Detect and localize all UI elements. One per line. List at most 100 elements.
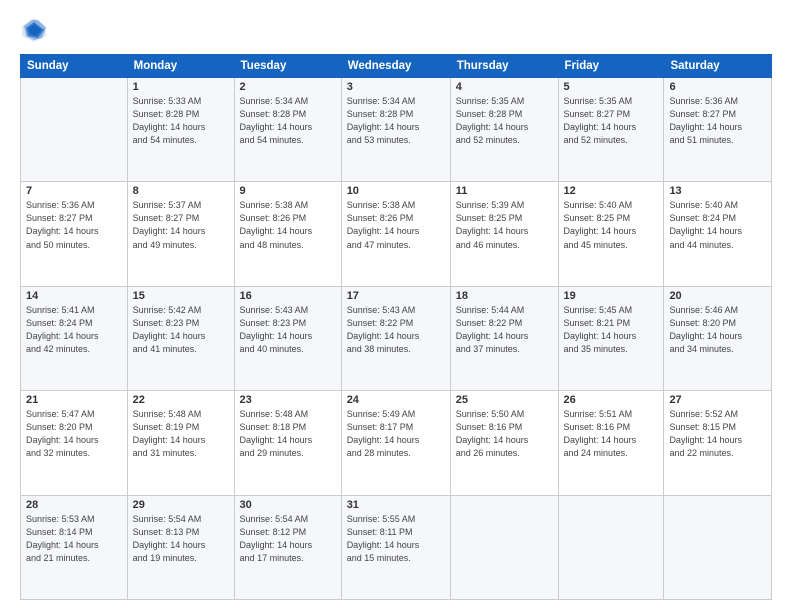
calendar-cell: 10Sunrise: 5:38 AM Sunset: 8:26 PM Dayli… xyxy=(341,182,450,286)
day-number: 14 xyxy=(26,290,122,302)
calendar-cell: 6 Sunrise: 5:36 AM Sunset: 8:27 PM Daylig… xyxy=(664,78,772,182)
day-number: 11 xyxy=(456,185,553,197)
weekday-header-saturday: Saturday xyxy=(664,55,772,78)
weekday-header-tuesday: Tuesday xyxy=(234,55,341,78)
day-info: Sunrise: 5:41 AM Sunset: 8:24 PM Dayligh… xyxy=(26,304,122,356)
day-number: 15 xyxy=(133,290,229,302)
day-info: Sunrise: 5:35 AM Sunset: 8:27 PM Dayligh… xyxy=(564,95,659,147)
calendar-week-row: 7Sunrise: 5:36 AM Sunset: 8:27 PM Daylig… xyxy=(21,182,772,286)
calendar-table: SundayMondayTuesdayWednesdayThursdayFrid… xyxy=(20,54,772,600)
calendar-week-row: 14 Sunrise: 5:41 AM Sunset: 8:24 PM Dayli… xyxy=(21,286,772,390)
day-number: 18 xyxy=(456,290,553,302)
calendar-cell: 8 Sunrise: 5:37 AM Sunset: 8:27 PM Daylig… xyxy=(127,182,234,286)
day-number: 28 xyxy=(26,499,122,511)
calendar-cell: 28Sunrise: 5:53 AM Sunset: 8:14 PM Dayli… xyxy=(21,495,128,599)
day-info: Sunrise: 5:38 AM Sunset: 8:26 PM Dayligh… xyxy=(347,199,445,251)
day-info: Sunrise: 5:45 AM Sunset: 8:21 PM Dayligh… xyxy=(564,304,659,356)
calendar-week-row: 28Sunrise: 5:53 AM Sunset: 8:14 PM Dayli… xyxy=(21,495,772,599)
day-number: 22 xyxy=(133,394,229,406)
calendar-cell: 11 Sunrise: 5:39 AM Sunset: 8:25 PM Dayli… xyxy=(450,182,558,286)
day-number: 1 xyxy=(133,81,229,93)
day-number: 26 xyxy=(564,394,659,406)
weekday-header-sunday: Sunday xyxy=(21,55,128,78)
calendar-cell: 5 Sunrise: 5:35 AM Sunset: 8:27 PM Daylig… xyxy=(558,78,664,182)
day-number: 16 xyxy=(240,290,336,302)
calendar-week-row: 21 Sunrise: 5:47 AM Sunset: 8:20 PM Dayli… xyxy=(21,391,772,495)
day-info: Sunrise: 5:48 AM Sunset: 8:19 PM Dayligh… xyxy=(133,408,229,460)
calendar-cell: 29Sunrise: 5:54 AM Sunset: 8:13 PM Dayli… xyxy=(127,495,234,599)
day-number: 21 xyxy=(26,394,122,406)
day-info: Sunrise: 5:33 AM Sunset: 8:28 PM Dayligh… xyxy=(133,95,229,147)
calendar-cell xyxy=(450,495,558,599)
day-number: 25 xyxy=(456,394,553,406)
day-info: Sunrise: 5:43 AM Sunset: 8:23 PM Dayligh… xyxy=(240,304,336,356)
calendar-cell: 4 Sunrise: 5:35 AM Sunset: 8:28 PM Daylig… xyxy=(450,78,558,182)
weekday-header-row: SundayMondayTuesdayWednesdayThursdayFrid… xyxy=(21,55,772,78)
day-number: 23 xyxy=(240,394,336,406)
day-number: 4 xyxy=(456,81,553,93)
weekday-header-wednesday: Wednesday xyxy=(341,55,450,78)
calendar-week-row: 1 Sunrise: 5:33 AM Sunset: 8:28 PM Daylig… xyxy=(21,78,772,182)
day-number: 3 xyxy=(347,81,445,93)
day-info: Sunrise: 5:40 AM Sunset: 8:24 PM Dayligh… xyxy=(669,199,766,251)
day-number: 27 xyxy=(669,394,766,406)
day-number: 2 xyxy=(240,81,336,93)
calendar-cell: 30Sunrise: 5:54 AM Sunset: 8:12 PM Dayli… xyxy=(234,495,341,599)
calendar-cell: 9 Sunrise: 5:38 AM Sunset: 8:26 PM Daylig… xyxy=(234,182,341,286)
calendar-cell: 17 Sunrise: 5:43 AM Sunset: 8:22 PM Dayli… xyxy=(341,286,450,390)
calendar-cell: 14 Sunrise: 5:41 AM Sunset: 8:24 PM Dayli… xyxy=(21,286,128,390)
day-number: 24 xyxy=(347,394,445,406)
day-info: Sunrise: 5:46 AM Sunset: 8:20 PM Dayligh… xyxy=(669,304,766,356)
calendar-cell: 3 Sunrise: 5:34 AM Sunset: 8:28 PM Daylig… xyxy=(341,78,450,182)
calendar-cell: 31 Sunrise: 5:55 AM Sunset: 8:11 PM Dayli… xyxy=(341,495,450,599)
logo-icon xyxy=(20,16,48,44)
calendar-cell: 15 Sunrise: 5:42 AM Sunset: 8:23 PM Dayli… xyxy=(127,286,234,390)
day-number: 8 xyxy=(133,185,229,197)
day-number: 5 xyxy=(564,81,659,93)
calendar-cell: 23 Sunrise: 5:48 AM Sunset: 8:18 PM Dayli… xyxy=(234,391,341,495)
calendar-cell: 19 Sunrise: 5:45 AM Sunset: 8:21 PM Dayli… xyxy=(558,286,664,390)
day-info: Sunrise: 5:48 AM Sunset: 8:18 PM Dayligh… xyxy=(240,408,336,460)
day-number: 13 xyxy=(669,185,766,197)
day-number: 19 xyxy=(564,290,659,302)
header xyxy=(20,16,772,44)
day-number: 30 xyxy=(240,499,336,511)
calendar-cell: 22 Sunrise: 5:48 AM Sunset: 8:19 PM Dayli… xyxy=(127,391,234,495)
calendar-cell xyxy=(558,495,664,599)
day-number: 31 xyxy=(347,499,445,511)
day-info: Sunrise: 5:43 AM Sunset: 8:22 PM Dayligh… xyxy=(347,304,445,356)
day-number: 9 xyxy=(240,185,336,197)
calendar-cell: 12 Sunrise: 5:40 AM Sunset: 8:25 PM Dayli… xyxy=(558,182,664,286)
weekday-header-thursday: Thursday xyxy=(450,55,558,78)
day-number: 17 xyxy=(347,290,445,302)
day-number: 6 xyxy=(669,81,766,93)
day-info: Sunrise: 5:36 AM Sunset: 8:27 PM Dayligh… xyxy=(669,95,766,147)
calendar-cell: 26Sunrise: 5:51 AM Sunset: 8:16 PM Dayli… xyxy=(558,391,664,495)
page: SundayMondayTuesdayWednesdayThursdayFrid… xyxy=(0,0,792,612)
day-info: Sunrise: 5:37 AM Sunset: 8:27 PM Dayligh… xyxy=(133,199,229,251)
calendar-cell: 13 Sunrise: 5:40 AM Sunset: 8:24 PM Dayli… xyxy=(664,182,772,286)
calendar-cell: 20 Sunrise: 5:46 AM Sunset: 8:20 PM Dayli… xyxy=(664,286,772,390)
day-info: Sunrise: 5:44 AM Sunset: 8:22 PM Dayligh… xyxy=(456,304,553,356)
day-info: Sunrise: 5:55 AM Sunset: 8:11 PM Dayligh… xyxy=(347,513,445,565)
day-info: Sunrise: 5:40 AM Sunset: 8:25 PM Dayligh… xyxy=(564,199,659,251)
day-number: 12 xyxy=(564,185,659,197)
calendar-cell: 18 Sunrise: 5:44 AM Sunset: 8:22 PM Dayli… xyxy=(450,286,558,390)
weekday-header-monday: Monday xyxy=(127,55,234,78)
day-info: Sunrise: 5:49 AM Sunset: 8:17 PM Dayligh… xyxy=(347,408,445,460)
day-number: 20 xyxy=(669,290,766,302)
calendar-cell: 24 Sunrise: 5:49 AM Sunset: 8:17 PM Dayli… xyxy=(341,391,450,495)
day-info: Sunrise: 5:42 AM Sunset: 8:23 PM Dayligh… xyxy=(133,304,229,356)
calendar-cell: 7Sunrise: 5:36 AM Sunset: 8:27 PM Daylig… xyxy=(21,182,128,286)
day-info: Sunrise: 5:50 AM Sunset: 8:16 PM Dayligh… xyxy=(456,408,553,460)
day-info: Sunrise: 5:35 AM Sunset: 8:28 PM Dayligh… xyxy=(456,95,553,147)
day-info: Sunrise: 5:39 AM Sunset: 8:25 PM Dayligh… xyxy=(456,199,553,251)
calendar-cell: 16 Sunrise: 5:43 AM Sunset: 8:23 PM Dayli… xyxy=(234,286,341,390)
calendar-cell: 27Sunrise: 5:52 AM Sunset: 8:15 PM Dayli… xyxy=(664,391,772,495)
calendar-cell: 25 Sunrise: 5:50 AM Sunset: 8:16 PM Dayli… xyxy=(450,391,558,495)
day-info: Sunrise: 5:34 AM Sunset: 8:28 PM Dayligh… xyxy=(347,95,445,147)
calendar-cell: 2Sunrise: 5:34 AM Sunset: 8:28 PM Daylig… xyxy=(234,78,341,182)
calendar-cell: 1 Sunrise: 5:33 AM Sunset: 8:28 PM Daylig… xyxy=(127,78,234,182)
day-info: Sunrise: 5:47 AM Sunset: 8:20 PM Dayligh… xyxy=(26,408,122,460)
day-info: Sunrise: 5:38 AM Sunset: 8:26 PM Dayligh… xyxy=(240,199,336,251)
